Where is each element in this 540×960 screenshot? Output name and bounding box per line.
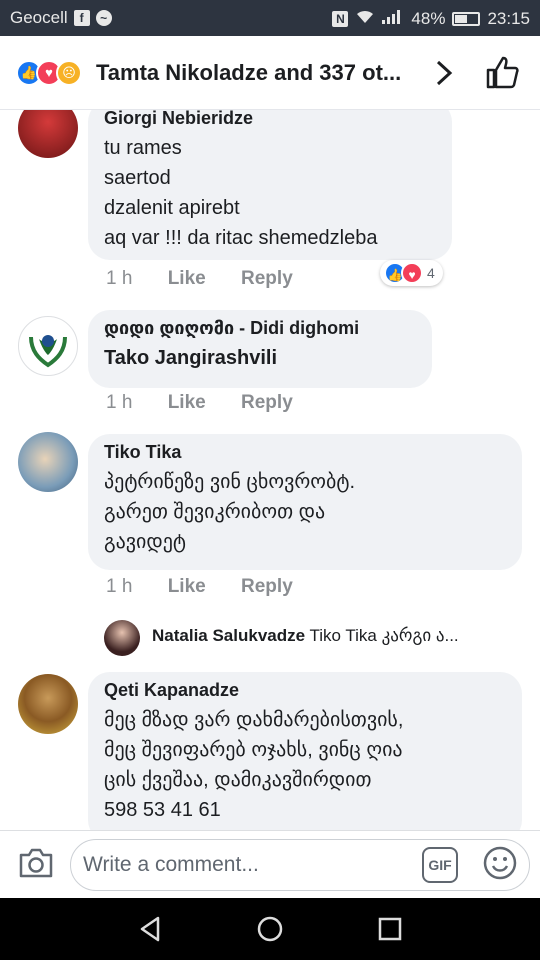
comment-author[interactable]: Qeti Kapanadze (104, 680, 506, 701)
comment-input[interactable] (70, 839, 530, 891)
avatar[interactable] (18, 316, 78, 376)
phone-number-link[interactable]: 598 53 41 61 (104, 795, 506, 825)
comment-text-line: მეც შევიფარებ ოჯახს, ვინც ღია (104, 739, 403, 761)
didi-dighomi-logo (29, 335, 67, 368)
system-navigation-bar (0, 898, 540, 960)
reply-text: Tiko Tika კარგი ა... (309, 626, 459, 645)
comment-bubble[interactable]: Giorgi Nebieridze tu rames saertod dzale… (88, 110, 452, 260)
reply-link[interactable]: Reply (241, 268, 293, 290)
comment-author[interactable]: დიდი დიღომი - Didi dighomi (104, 318, 416, 339)
reply-author[interactable]: Natalia Salukvadze (152, 626, 305, 645)
comment-text-line: პეტრიწეზე ვინ ცხოვრობტ. (104, 471, 355, 493)
wifi-icon (355, 8, 375, 29)
comment-text-line: მეც მზად ვარ დახმარებისთვის, (104, 709, 404, 731)
carrier-label: Geocell (10, 8, 68, 27)
reaction-summary[interactable]: 👍 ♥ ☹ (16, 60, 82, 86)
comment-actions: 1 h Like Reply (106, 576, 293, 598)
comment-actions: 1 h Like Reply (106, 268, 293, 290)
like-link[interactable]: Like (168, 268, 206, 290)
comment-text-line: ცის ქვეშაა, დამიკავშირდით (104, 769, 372, 791)
comment-author[interactable]: Giorgi Nebieridze (104, 110, 436, 129)
home-icon[interactable] (255, 914, 285, 944)
emoji-icon[interactable] (482, 845, 518, 881)
like-link[interactable]: Like (168, 576, 206, 598)
comment-text-line: dzalenit apirebt (104, 197, 240, 219)
comment-bubble[interactable]: დიდი დიღომი - Didi dighomi Tako Jangiras… (88, 310, 432, 388)
battery-icon (452, 11, 481, 26)
comment-actions: 1 h Like Reply (106, 392, 293, 414)
tagged-person-link[interactable]: Tako Jangirashvili (104, 343, 416, 373)
reply-avatar[interactable] (104, 620, 140, 656)
comment-text-line: aq var !!! da ritac shemedzleba (104, 227, 378, 249)
reactions-header: 👍 ♥ ☹ Tamta Nikoladze and 337 ot... (0, 36, 540, 110)
reply-link[interactable]: Reply (241, 576, 293, 598)
comment-bubble[interactable]: Tiko Tika პეტრიწეზე ვინ ცხოვრობტ. გარეთ … (88, 434, 522, 570)
comment-time: 1 h (106, 576, 133, 597)
reaction-count: 4 (427, 265, 435, 281)
clock: 23:15 (487, 8, 530, 28)
status-bar: Geocell f ~ N 48% 23:15 (0, 0, 540, 36)
sad-reaction-icon: ☹ (56, 60, 82, 86)
like-link[interactable]: Like (168, 392, 206, 414)
battery-percent: 48% (411, 8, 446, 28)
camera-icon[interactable] (18, 847, 54, 879)
recent-apps-icon[interactable] (375, 914, 405, 944)
gif-button[interactable]: GIF (422, 847, 458, 883)
comment-bubble[interactable]: Qeti Kapanadze მეც მზად ვარ დახმარებისთვ… (88, 672, 522, 830)
comment-author[interactable]: Tiko Tika (104, 442, 506, 463)
avatar[interactable] (18, 432, 78, 492)
messenger-notification-icon: ~ (95, 10, 112, 26)
avatar[interactable] (18, 674, 78, 734)
comment-time: 1 h (106, 268, 133, 289)
nfc-icon: N (332, 10, 349, 27)
back-icon[interactable] (136, 914, 166, 944)
comment-text-line: saertod (104, 167, 171, 189)
reply-preview[interactable]: Natalia Salukvadze Tiko Tika კარგი ა... (152, 626, 459, 646)
signal-icon (382, 8, 404, 29)
comment-text-line: tu rames (104, 137, 182, 159)
chevron-right-icon[interactable] (434, 58, 454, 95)
comment-reactions-badge[interactable]: 👍 ♥ 4 (380, 260, 443, 286)
reply-link[interactable]: Reply (241, 392, 293, 414)
comment-text-line: გარეთ შევიკრიბოთ და (104, 501, 326, 523)
comment-text-line: გავიდეტ (104, 531, 186, 553)
comments-list[interactable]: Giorgi Nebieridze tu rames saertod dzale… (0, 110, 540, 830)
like-post-button[interactable] (484, 54, 520, 90)
facebook-notification-icon: f (73, 10, 90, 26)
comment-time: 1 h (106, 392, 133, 413)
avatar[interactable] (18, 110, 78, 158)
reactors-title[interactable]: Tamta Nikoladze and 337 ot... (96, 60, 401, 86)
comment-composer: GIF (0, 830, 540, 898)
love-reaction-icon: ♥ (401, 262, 423, 284)
